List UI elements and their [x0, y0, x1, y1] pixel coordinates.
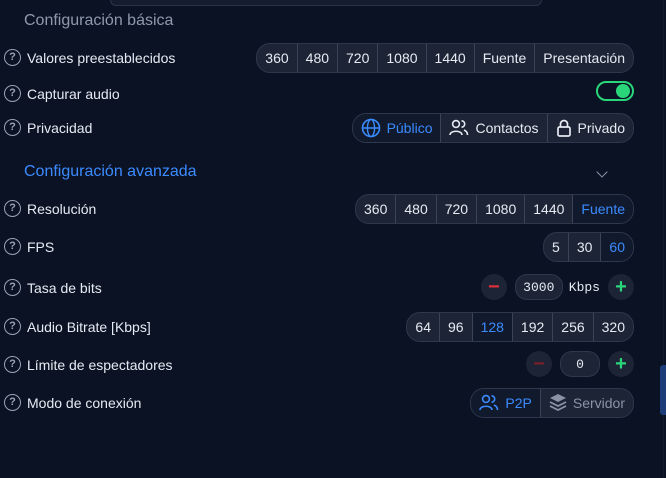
- help-icon[interactable]: ?: [4, 279, 21, 296]
- advanced-settings-title[interactable]: Configuración avanzada: [24, 163, 197, 181]
- resolution-360[interactable]: 360: [356, 195, 395, 223]
- help-icon[interactable]: ?: [4, 85, 21, 102]
- privacy-contacts[interactable]: Contactos: [440, 114, 546, 142]
- audio-bitrate-320[interactable]: 320: [592, 313, 633, 341]
- privacy-private[interactable]: Privado: [546, 114, 633, 142]
- audio-bitrate-96[interactable]: 96: [438, 313, 472, 341]
- server-stack-icon: [549, 394, 567, 412]
- privacy-contacts-label: Contactos: [475, 120, 539, 136]
- users-icon: [449, 119, 469, 136]
- privacy-public[interactable]: Público: [352, 114, 441, 142]
- connection-server-label: Servidor: [572, 395, 625, 411]
- bitrate-label: Tasa de bits: [27, 280, 102, 296]
- connection-mode-segmented: P2P Servidor: [470, 388, 634, 418]
- fps-5[interactable]: 5: [544, 233, 568, 261]
- audio-bitrate-192[interactable]: 192: [511, 313, 552, 341]
- resolution-row: ? Resolución 360 480 720 1080 1440 Fuent…: [0, 194, 640, 224]
- presets-segmented: 360 480 720 1080 1440 Fuente Presentació…: [256, 43, 634, 73]
- fps-60[interactable]: 60: [600, 233, 633, 261]
- fps-label: FPS: [27, 239, 55, 255]
- audio-bitrate-64[interactable]: 64: [407, 313, 439, 341]
- connection-p2p-label: P2P: [505, 395, 532, 411]
- connection-server[interactable]: Servidor: [539, 389, 633, 417]
- audio-bitrate-row: ? Audio Bitrate [Kbps] 64 96 128 192 256…: [0, 312, 640, 342]
- globe-icon: [361, 118, 380, 138]
- bitrate-stepper: − 3000 Kbps +: [480, 273, 634, 301]
- help-icon[interactable]: ?: [4, 119, 21, 136]
- audio-bitrate-256[interactable]: 256: [552, 313, 592, 341]
- viewer-limit-stepper: − 0 +: [526, 350, 634, 378]
- privacy-public-label: Público: [386, 120, 433, 136]
- fps-row: ? FPS 5 30 60: [0, 232, 640, 262]
- viewer-limit-label: Límite de espectadores: [27, 357, 173, 373]
- resolution-480[interactable]: 480: [395, 195, 435, 223]
- scrollbar-thumb[interactable]: [660, 365, 666, 415]
- chevron-down-icon[interactable]: [596, 166, 608, 178]
- resolution-1080[interactable]: 1080: [476, 195, 524, 223]
- bitrate-value[interactable]: 3000: [514, 274, 563, 300]
- preset-360[interactable]: 360: [257, 44, 296, 72]
- privacy-private-label: Privado: [577, 120, 625, 136]
- help-icon[interactable]: ?: [4, 356, 21, 373]
- bitrate-row: ? Tasa de bits − 3000 Kbps +: [0, 273, 640, 303]
- help-icon[interactable]: ?: [4, 49, 21, 66]
- lock-icon: [556, 119, 571, 137]
- resolution-1440[interactable]: 1440: [524, 195, 572, 223]
- privacy-row: ? Privacidad Público Contactos Privado: [0, 113, 640, 143]
- capture-audio-toggle[interactable]: [596, 81, 634, 101]
- help-icon[interactable]: ?: [4, 238, 21, 255]
- preset-1080[interactable]: 1080: [377, 44, 425, 72]
- capture-audio-row: ? Capturar audio: [0, 79, 640, 109]
- viewer-limit-decrease-button[interactable]: −: [526, 351, 552, 377]
- preset-480[interactable]: 480: [296, 44, 337, 72]
- toggle-knob: [616, 84, 630, 98]
- preset-fuente[interactable]: Fuente: [473, 44, 535, 72]
- audio-bitrate-128[interactable]: 128: [471, 313, 512, 341]
- connection-mode-label: Modo de conexión: [27, 395, 142, 411]
- connection-mode-row: ? Modo de conexión P2P Servidor: [0, 388, 640, 418]
- fps-segmented: 5 30 60: [543, 232, 634, 262]
- audio-bitrate-label: Audio Bitrate [Kbps]: [27, 319, 151, 335]
- bitrate-unit: Kbps: [568, 279, 600, 295]
- users-icon: [479, 394, 499, 411]
- top-dropdown-remnant[interactable]: [110, 0, 542, 6]
- bitrate-decrease-button[interactable]: −: [480, 274, 507, 300]
- preset-presentacion[interactable]: Presentación: [534, 44, 633, 72]
- privacy-segmented: Público Contactos Privado: [351, 113, 634, 143]
- resolution-label: Resolución: [27, 201, 97, 217]
- privacy-label: Privacidad: [27, 120, 93, 136]
- resolution-fuente[interactable]: Fuente: [572, 195, 633, 223]
- presets-row: ? Valores preestablecidos 360 480 720 10…: [0, 43, 640, 73]
- resolution-720[interactable]: 720: [435, 195, 476, 223]
- connection-p2p[interactable]: P2P: [471, 389, 540, 417]
- help-icon[interactable]: ?: [4, 318, 21, 335]
- fps-30[interactable]: 30: [567, 233, 601, 261]
- viewer-limit-value[interactable]: 0: [560, 351, 600, 377]
- preset-1440[interactable]: 1440: [425, 44, 474, 72]
- audio-bitrate-segmented: 64 96 128 192 256 320: [406, 312, 634, 342]
- presets-label: Valores preestablecidos: [27, 50, 176, 66]
- viewer-limit-increase-button[interactable]: +: [608, 351, 634, 377]
- viewer-limit-row: ? Límite de espectadores − 0 +: [0, 350, 640, 380]
- resolution-segmented: 360 480 720 1080 1440 Fuente: [355, 194, 634, 224]
- help-icon[interactable]: ?: [4, 200, 21, 217]
- capture-audio-label: Capturar audio: [27, 86, 120, 102]
- basic-settings-title: Configuración básica: [24, 12, 174, 29]
- help-icon[interactable]: ?: [4, 394, 21, 411]
- preset-720[interactable]: 720: [337, 44, 377, 72]
- bitrate-increase-button[interactable]: +: [608, 274, 634, 300]
